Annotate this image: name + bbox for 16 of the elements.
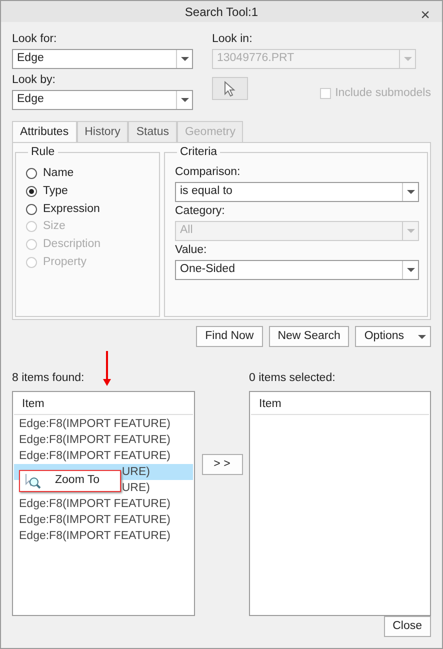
window-title: Search Tool:1	[184, 4, 258, 20]
list-label: 8 items found:	[12, 371, 86, 386]
radio-label: Expression	[43, 202, 100, 217]
field-label: Category:	[175, 204, 226, 219]
radio-label: Description	[43, 236, 101, 252]
field-label: Look by:	[12, 73, 56, 88]
radio-label: Size	[43, 219, 66, 234]
field-label: Comparison:	[175, 165, 242, 180]
checkbox-label: Include submodels	[335, 86, 431, 101]
field-label: Look in:	[212, 32, 254, 47]
radio-label: Type	[43, 184, 68, 199]
field-label: Value:	[175, 243, 208, 258]
radio-label: Name	[43, 166, 74, 182]
field-label: Look for:	[12, 32, 58, 47]
radio-label: Property	[43, 254, 86, 270]
list-label: 0 items selected:	[249, 371, 336, 386]
